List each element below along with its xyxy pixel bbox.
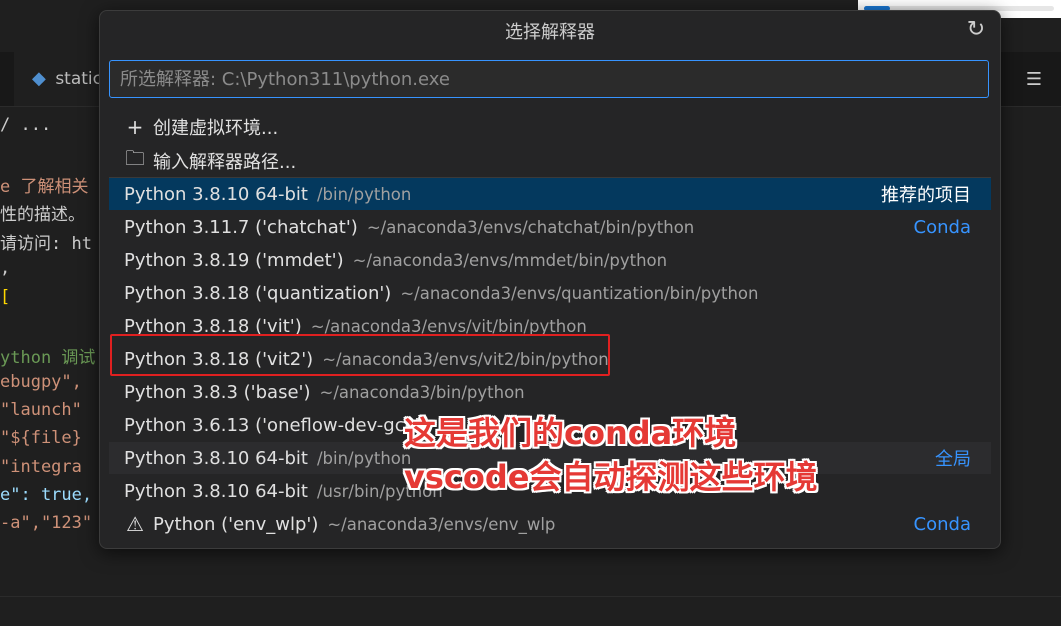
code-line: e": true,: [0, 485, 93, 505]
option-label: Python 3.8.3 ('base'): [124, 381, 311, 403]
code-line: [: [0, 287, 11, 307]
interpreter-option[interactable]: Python 3.8.19 ('mmdet') ~/anaconda3/envs/…: [109, 244, 991, 276]
option-label: Python 3.6.13 ('oneflow-dev-gcc7: [124, 414, 426, 436]
option-path: /bin/python: [316, 184, 412, 204]
interpreter-option[interactable]: Python 3.8.3 ('base') ~/anaconda3/bin/pyt…: [109, 376, 991, 408]
option-label: 输入解释器路径...: [153, 152, 297, 173]
code-line: / ...: [0, 115, 52, 135]
option-path: /bin/python: [316, 448, 412, 468]
refresh-icon[interactable]: ↻: [964, 18, 988, 42]
annotation-line-2: vscode会自动探测这些环境: [404, 458, 818, 496]
option-label: Python 3.8.10 64-bit: [124, 480, 308, 502]
outline-icon[interactable]: ☰: [1007, 52, 1061, 106]
annotation-line-1: 这是我们的conda环境: [404, 414, 737, 452]
quick-pick-title: 选择解释器: [505, 22, 595, 43]
interpreter-search-input[interactable]: [109, 60, 989, 98]
interpreter-option[interactable]: Python 3.8.10 64-bit/bin/python 推荐的项目: [109, 178, 991, 210]
option-path: ~/anaconda3/envs/mmdet/bin/python: [352, 250, 668, 270]
option-tag: 推荐的项目: [881, 185, 971, 206]
warning-icon: ⚠: [126, 512, 144, 536]
interpreter-option[interactable]: Python 3.8.18 ('quantization') ~/anaconda…: [109, 277, 991, 309]
option-path: ~/anaconda3/envs/vit/bin/python: [310, 316, 587, 336]
code-line: ebugpy",: [0, 372, 82, 392]
code-line: ,: [0, 258, 11, 278]
option-label: Python ('env_wlp'): [153, 513, 319, 535]
editor-tab[interactable]: ◆ static: [14, 52, 103, 106]
option-tag: 全局: [935, 449, 971, 470]
code-line: ython 调试: [0, 348, 96, 368]
interpreter-option[interactable]: + 创建虚拟环境...: [109, 111, 991, 143]
highlight-box-vit2: [110, 334, 610, 376]
code-line: "${file}: [0, 428, 82, 448]
option-label: 创建虚拟环境...: [153, 118, 279, 139]
code-line: -a","123": [0, 513, 93, 533]
python-file-icon: ◆: [32, 68, 46, 89]
option-label: Python 3.8.18 ('quantization'): [124, 282, 392, 304]
option-tag: Conda: [913, 216, 971, 238]
code-line: "launch": [0, 400, 82, 420]
option-path: ~/anaconda3/envs/quantization/bin/python: [400, 283, 759, 303]
option-label: Python 3.8.10 64-bit: [124, 447, 308, 469]
option-label: Python 3.8.19 ('mmdet'): [124, 249, 344, 271]
plus-icon: +: [126, 115, 144, 139]
interpreter-option[interactable]: 🗀 输入解释器路径...: [109, 145, 991, 177]
code-line: 请访问: ht: [0, 234, 92, 254]
code-line: 性的描述。: [0, 205, 85, 225]
tab-label: static: [55, 69, 102, 89]
list-separator: [109, 177, 991, 178]
option-path: ~/anaconda3/envs/env_wlp: [327, 514, 556, 534]
interpreter-option[interactable]: Python 3.11.7 ('chatchat') ~/anaconda3/en…: [109, 211, 991, 243]
option-label: Python 3.11.7 ('chatchat'): [124, 216, 358, 238]
option-path: ~/anaconda3/envs/chatchat/bin/python: [366, 217, 695, 237]
panel-divider: [0, 596, 1061, 597]
interpreter-option[interactable]: ⚠ Python ('env_wlp') ~/anaconda3/envs/env_…: [109, 508, 991, 540]
folder-icon: 🗀: [125, 146, 145, 170]
code-line: "integra: [0, 457, 82, 477]
option-label: Python 3.8.10 64-bit: [124, 183, 308, 205]
option-path: ~/anaconda3/bin/python: [319, 382, 525, 402]
code-line: e 了解相关: [0, 177, 89, 197]
option-tag: Conda: [913, 513, 971, 535]
